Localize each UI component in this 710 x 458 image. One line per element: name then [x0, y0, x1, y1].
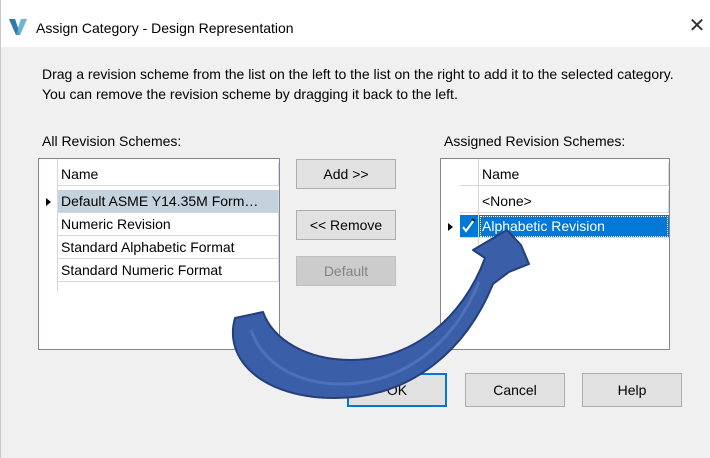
help-button[interactable]: Help — [582, 373, 682, 407]
list-item-label: Standard Alphabetic Format — [58, 236, 279, 259]
name-column-header[interactable]: Name — [58, 163, 279, 186]
cancel-button[interactable]: Cancel — [465, 373, 565, 407]
current-row-arrow-icon — [46, 198, 51, 206]
assign-category-dialog: Assign Category - Design Representation … — [0, 0, 710, 458]
list-item[interactable]: Numeric Revision — [39, 213, 279, 236]
check-column-header — [460, 163, 479, 186]
name-column-header[interactable]: Name — [479, 163, 669, 186]
list-item[interactable]: <None> — [441, 190, 669, 213]
list-header-row: Name — [39, 163, 279, 186]
title-bar: Assign Category - Design Representation … — [1, 0, 710, 47]
list-item[interactable]: Default ASME Y14.35M Form… — [39, 190, 279, 213]
list-item-selected[interactable]: Alphabetic Revision — [441, 215, 669, 238]
instructions-text: Drag a revision scheme from the list on … — [42, 66, 674, 102]
all-revision-schemes-list[interactable]: Name Default ASME Y14.35M Form… Numeric … — [38, 158, 280, 350]
list-item-label: Default ASME Y14.35M Form… — [58, 190, 279, 213]
list-item-label: Alphabetic Revision — [479, 215, 669, 238]
current-row-arrow-icon — [448, 223, 453, 231]
window-title: Assign Category - Design Representation — [36, 20, 294, 36]
check-cell[interactable] — [460, 215, 479, 238]
ok-button[interactable]: OK — [347, 373, 447, 407]
autodesk-vault-icon — [9, 19, 27, 35]
assigned-revision-schemes-list[interactable]: Name <None> Alphabetic Revision — [440, 158, 670, 350]
pencil-check-icon — [462, 218, 476, 233]
list-item-label: Numeric Revision — [58, 213, 279, 236]
assigned-revision-schemes-label: Assigned Revision Schemes: — [444, 133, 626, 149]
check-cell[interactable] — [460, 190, 479, 213]
all-revision-schemes-label: All Revision Schemes: — [42, 133, 182, 149]
default-button[interactable]: Default — [296, 256, 396, 286]
list-item-label: Standard Numeric Format — [58, 259, 279, 282]
add-button[interactable]: Add >> — [296, 159, 396, 189]
list-header-row: Name — [441, 163, 669, 186]
list-item[interactable]: Standard Alphabetic Format — [39, 236, 279, 259]
list-item[interactable]: Standard Numeric Format — [39, 259, 279, 282]
close-button[interactable]: ✕ — [685, 14, 709, 38]
list-item-label: <None> — [479, 190, 669, 213]
remove-button[interactable]: << Remove — [296, 210, 396, 240]
